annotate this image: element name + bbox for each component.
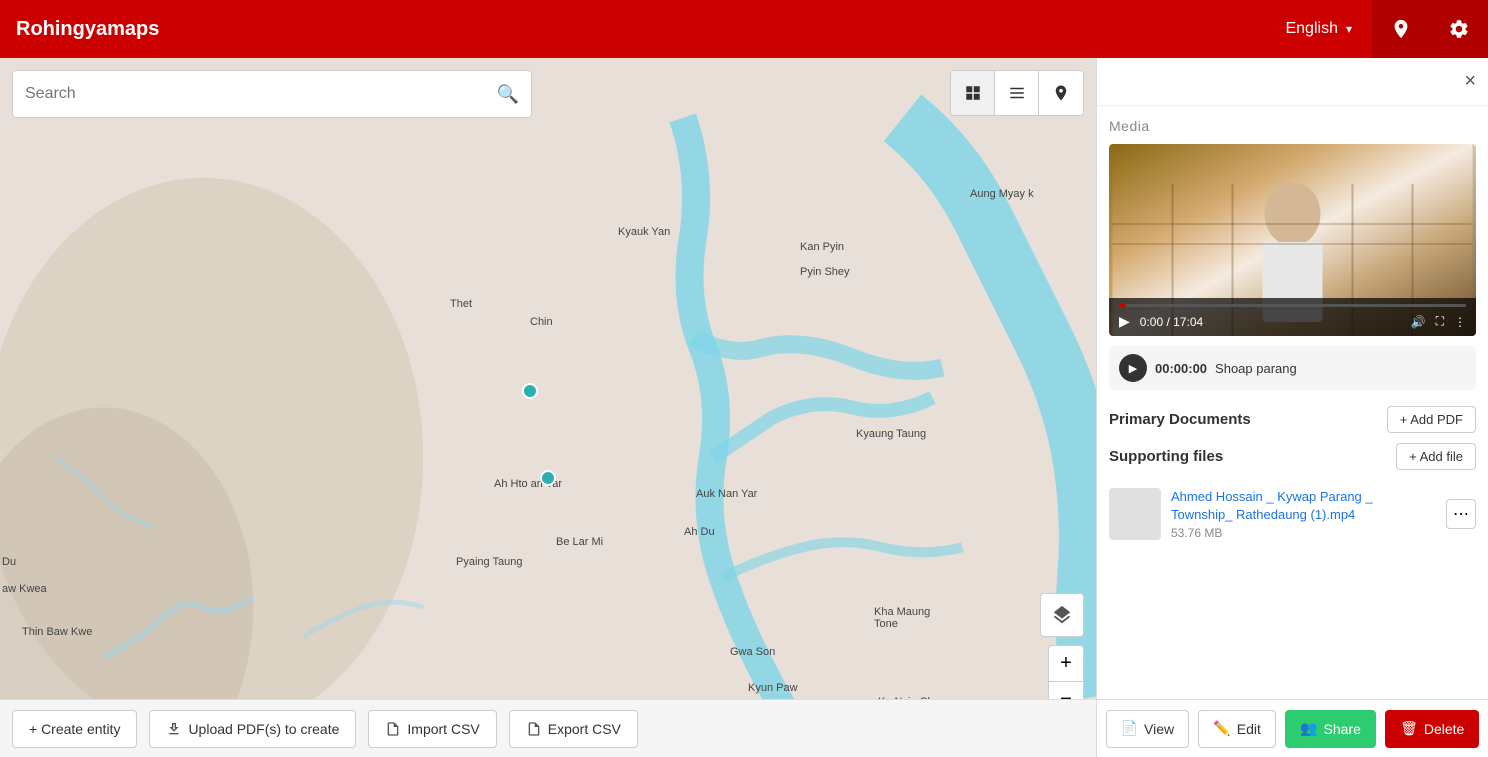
pin-view-btn[interactable] [1039,71,1083,115]
share-label: Share [1324,721,1361,737]
video-progress-fill [1119,304,1126,307]
import-csv-btn[interactable]: Import CSV [368,710,496,748]
header-right: English ▾ [1265,0,1488,58]
add-pdf-btn[interactable]: + Add PDF [1387,406,1476,433]
primary-docs-header: Primary Documents + Add PDF [1109,406,1476,433]
search-bar: 🔍 [12,70,532,118]
list-view-btn[interactable] [995,71,1039,115]
media-section-title: Media [1109,118,1476,134]
layers-button[interactable] [1040,593,1084,637]
view-icon: 📄 [1121,720,1138,737]
add-file-btn[interactable]: + Add file [1396,443,1476,470]
video-fullscreen-icon[interactable]: ⛶ [1436,314,1444,329]
map-view-controls [950,70,1084,116]
panel-header: × [1097,58,1488,106]
map-pin-header-icon[interactable] [1372,0,1430,58]
video-controls-row: ▶ 0:00 / 17:04 🔊 ⛶ ⋮ [1119,313,1466,330]
chevron-down-icon: ▾ [1346,22,1352,36]
delete-label: Delete [1424,721,1464,737]
delete-btn[interactable]: 🗑 Delete [1385,710,1479,748]
audio-time: 00:00:00 [1155,361,1207,376]
export-csv-btn[interactable]: Export CSV [509,710,638,748]
app-logo: Rohingyamaps [16,18,159,41]
audio-title: Shoap parang [1215,361,1297,376]
video-volume-icon[interactable]: 🔊 [1411,315,1426,329]
file-size: 53.76 MB [1171,526,1436,540]
panel-actions: 📄 View ✏️ Edit 👥 Share 🗑 Delete [1097,699,1488,757]
panel-close-btn[interactable]: × [1464,70,1476,93]
video-controls: ▶ 0:00 / 17:04 🔊 ⛶ ⋮ [1109,298,1476,336]
search-icon[interactable]: 🔍 [497,84,519,105]
supporting-files-header: Supporting files + Add file [1109,443,1476,470]
map-marker-1[interactable] [522,383,538,399]
create-entity-btn[interactable]: + Create entity [12,710,137,748]
main-content: 🔍 [0,58,1488,757]
file-menu-btn[interactable]: ⋯ [1446,499,1476,529]
import-csv-label: Import CSV [407,721,479,737]
language-selector[interactable]: English ▾ [1265,0,1372,58]
bottom-toolbar: + Create entity Upload PDF(s) to create … [0,699,1096,757]
file-item: Ahmed Hossain _ Kywap Parang _ Township_… [1109,480,1476,548]
primary-docs-title: Primary Documents [1109,411,1251,428]
panel-body: Media [1097,106,1488,699]
map-marker-2[interactable] [540,470,556,486]
view-btn[interactable]: 📄 View [1106,710,1190,748]
zoom-in-btn[interactable]: + [1048,645,1084,681]
language-label: English [1285,20,1337,38]
video-player[interactable]: ▶ 0:00 / 17:04 🔊 ⛶ ⋮ [1109,144,1476,336]
edit-icon: ✏️ [1213,720,1230,737]
trash-icon: 🗑 [1400,720,1418,737]
video-play-btn[interactable]: ▶ [1119,313,1130,330]
search-input[interactable] [25,85,497,103]
edit-btn[interactable]: ✏️ Edit [1198,710,1276,748]
video-more-icon[interactable]: ⋮ [1454,315,1466,329]
upload-pdf-label: Upload PDF(s) to create [188,721,339,737]
settings-icon[interactable] [1430,0,1488,58]
audio-player: ▶ 00:00:00 Shoap parang [1109,346,1476,390]
audio-play-btn[interactable]: ▶ [1119,354,1147,382]
supporting-files-title: Supporting files [1109,448,1223,465]
grid-view-btn[interactable] [951,71,995,115]
view-label: View [1144,721,1174,737]
share-icon: 👥 [1300,720,1317,737]
edit-label: Edit [1237,721,1261,737]
file-info: Ahmed Hossain _ Kywap Parang _ Township_… [1171,488,1436,540]
export-csv-label: Export CSV [548,721,621,737]
upload-pdf-btn[interactable]: Upload PDF(s) to create [149,710,356,748]
video-progress-bar[interactable] [1119,304,1466,307]
right-panel: × Media [1096,58,1488,757]
video-controls-right: 🔊 ⛶ ⋮ [1411,314,1466,329]
map-container[interactable]: 🔍 [0,58,1096,757]
file-name: Ahmed Hossain _ Kywap Parang _ Township_… [1171,488,1436,524]
file-thumbnail [1109,488,1161,540]
video-controls-left: ▶ 0:00 / 17:04 [1119,313,1203,330]
share-btn[interactable]: 👥 Share [1285,710,1376,748]
map-svg [0,58,1096,757]
video-time: 0:00 / 17:04 [1140,315,1203,329]
app-header: Rohingyamaps English ▾ [0,0,1488,58]
